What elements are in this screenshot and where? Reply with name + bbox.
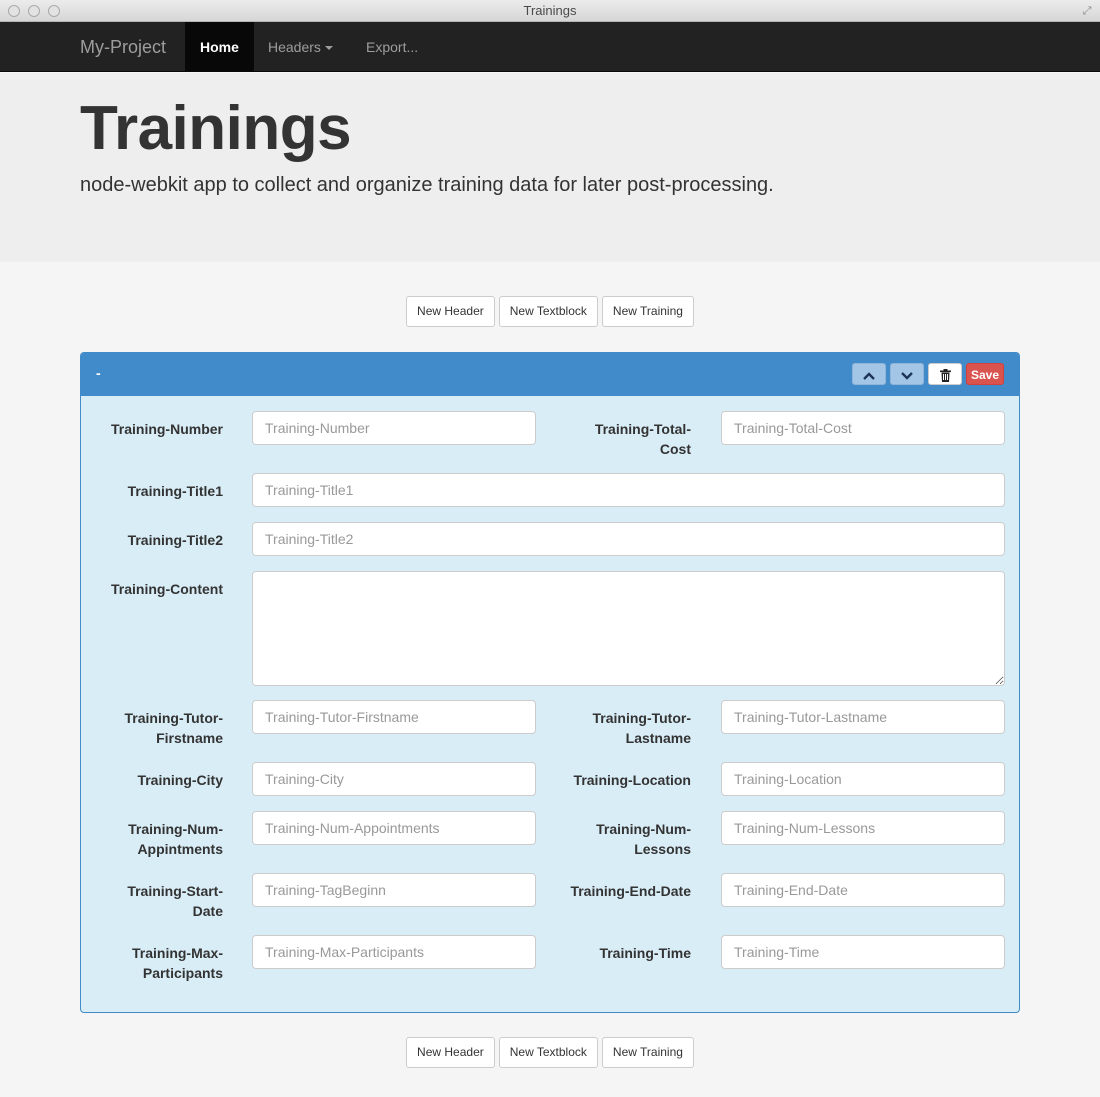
fullscreen-icon[interactable]: ⤢ — [1080, 4, 1094, 18]
training-tutor-firstname-input[interactable] — [252, 700, 536, 734]
label-line: Lessons — [634, 841, 691, 857]
new-header-button[interactable]: New Header — [406, 296, 495, 327]
page-subtitle: node-webkit app to collect and organize … — [80, 174, 774, 196]
nav-home[interactable]: Home — [185, 22, 254, 72]
new-training-button[interactable]: New Training — [601, 1037, 694, 1068]
caret-down-icon — [324, 46, 333, 51]
label-line: Cost — [659, 441, 691, 457]
delete-button[interactable] — [928, 363, 962, 385]
training-start-date-input[interactable] — [252, 873, 536, 907]
nav-headers-label: Headers — [268, 39, 321, 55]
new-training-button[interactable]: New Training — [601, 296, 694, 327]
close-window-button[interactable] — [8, 5, 20, 17]
label-line: Training-Tutor- — [124, 710, 224, 726]
training-tutor-lastname-input[interactable] — [721, 700, 1005, 734]
training-end-date-label: Training-End-Date — [570, 883, 691, 899]
window-title: Trainings — [523, 3, 577, 18]
label-line: Participants — [142, 965, 223, 981]
panel-heading: - Save — [81, 353, 1019, 396]
chevron-down-icon — [901, 371, 913, 380]
new-header-button[interactable]: New Header — [406, 1037, 495, 1068]
training-number-label: Training-Number — [110, 421, 223, 437]
bottom-action-bar: New Header New Textblock New Training — [0, 1037, 1100, 1068]
training-tutor-firstname-label: Training-Tutor- Firstname — [93, 708, 224, 748]
brand-link[interactable]: My-Project — [80, 22, 166, 72]
training-city-label: Training-City — [137, 772, 223, 788]
training-panel: - Save Training-Number Training-Total- Co… — [80, 352, 1020, 1013]
training-max-participants-label: Training-Max- Participants — [93, 943, 223, 983]
training-num-appointments-input[interactable] — [252, 811, 536, 845]
training-time-label: Training-Time — [599, 945, 691, 961]
navbar: My-Project Home Headers Export... — [0, 22, 1100, 72]
training-time-input[interactable] — [721, 935, 1005, 969]
label-line: Training-Num- — [128, 821, 223, 837]
new-textblock-button[interactable]: New Textblock — [498, 1037, 598, 1068]
training-total-cost-label: Training-Total- Cost — [561, 419, 691, 459]
nav-headers-dropdown[interactable]: Headers — [253, 22, 348, 72]
window-titlebar: Trainings ⤢ — [0, 0, 1100, 22]
label-line: Lastname — [625, 730, 691, 746]
page-title: Trainings — [80, 94, 352, 163]
trash-icon — [939, 369, 951, 383]
save-button[interactable]: Save — [966, 363, 1004, 385]
move-down-button[interactable] — [890, 363, 924, 385]
training-max-participants-input[interactable] — [252, 935, 536, 969]
training-title1-label: Training-Title1 — [127, 483, 223, 499]
training-content-label: Training-Content — [111, 581, 223, 597]
chevron-up-icon — [863, 372, 875, 380]
training-city-input[interactable] — [252, 762, 536, 796]
training-number-input[interactable] — [252, 411, 536, 445]
jumbotron: Trainings node-webkit app to collect and… — [0, 73, 1100, 262]
panel-title: - — [96, 365, 101, 381]
zoom-window-button[interactable] — [48, 5, 60, 17]
label-line: Training-Total- — [594, 421, 691, 437]
training-start-date-label: Training-Start- Date — [93, 881, 223, 921]
training-location-input[interactable] — [721, 762, 1005, 796]
training-end-date-input[interactable] — [721, 873, 1005, 907]
label-line: Date — [192, 903, 223, 919]
label-line: Training-Tutor- — [592, 710, 692, 726]
minimize-window-button[interactable] — [28, 5, 40, 17]
training-num-lessons-label: Training-Num- Lessons — [561, 819, 691, 859]
training-tutor-lastname-label: Training-Tutor- Lastname — [561, 708, 692, 748]
label-line: Training-Num- — [596, 821, 691, 837]
training-num-appointments-label: Training-Num- Appintments — [93, 819, 223, 859]
new-textblock-button[interactable]: New Textblock — [498, 296, 598, 327]
training-num-lessons-input[interactable] — [721, 811, 1005, 845]
training-content-textarea[interactable] — [252, 571, 1005, 686]
label-line: Training-Max- — [131, 945, 223, 961]
training-title2-input[interactable] — [252, 522, 1005, 556]
label-line: Training-Start- — [127, 883, 223, 899]
nav-export[interactable]: Export... — [351, 22, 433, 72]
label-line: Appintments — [137, 841, 223, 857]
training-title2-label: Training-Title2 — [127, 532, 223, 548]
label-line: Firstname — [156, 730, 223, 746]
top-action-bar: New Header New Textblock New Training — [0, 296, 1100, 327]
training-total-cost-input[interactable] — [721, 411, 1005, 445]
training-location-label: Training-Location — [573, 772, 691, 788]
move-up-button[interactable] — [852, 363, 886, 385]
training-title1-input[interactable] — [252, 473, 1005, 507]
